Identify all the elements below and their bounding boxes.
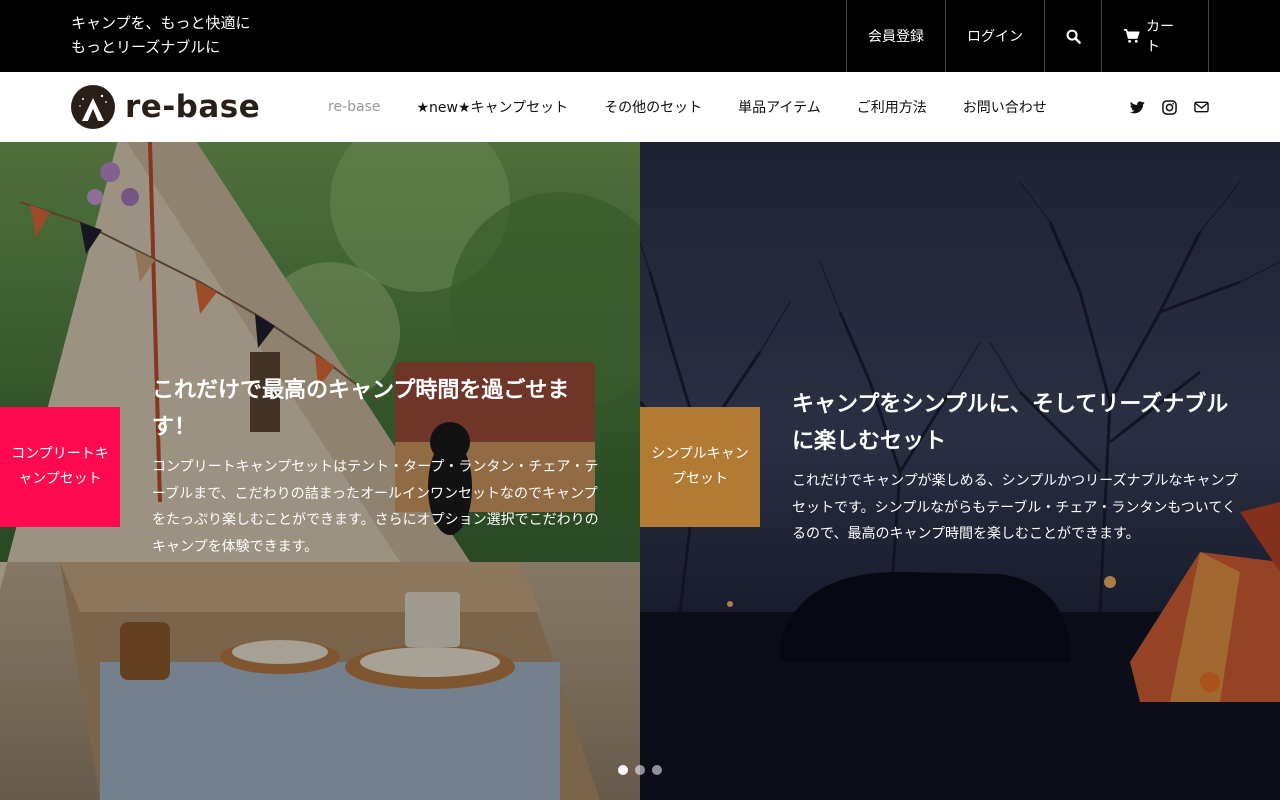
twitter-icon[interactable] bbox=[1129, 99, 1145, 115]
search-icon bbox=[1066, 29, 1081, 44]
site-logo[interactable]: re-base bbox=[71, 85, 260, 129]
nav-item-other-sets[interactable]: その他のセット bbox=[586, 97, 720, 117]
tagline-line-2: もっとリーズナブルに bbox=[71, 38, 221, 56]
slide-caption: キャンプをシンプルに、そしてリーズナブルに楽しむセット これだけでキャンプが楽し… bbox=[792, 386, 1242, 548]
slide-title: キャンプをシンプルに、そしてリーズナブルに楽しむセット bbox=[792, 392, 1229, 454]
slide-caption: これだけで最高のキャンプ時間を過ごせます！ コンプリートキャンプセットはテント・… bbox=[152, 372, 602, 560]
instagram-icon[interactable] bbox=[1161, 99, 1177, 115]
hero-slide-complete-set[interactable]: コンプリートキャンプセット これだけで最高のキャンプ時間を過ごせます！ コンプリ… bbox=[0, 142, 640, 800]
hero-slider: コンプリートキャンプセット これだけで最高のキャンプ時間を過ごせます！ コンプリ… bbox=[0, 142, 1280, 800]
cart-icon bbox=[1123, 28, 1140, 44]
login-link[interactable]: ログイン bbox=[946, 0, 1045, 72]
cart-label: カート bbox=[1146, 19, 1174, 55]
pagination-dot[interactable] bbox=[652, 765, 662, 775]
nav-item-new-camp-set[interactable]: ★new★キャンプセット bbox=[399, 97, 587, 117]
top-bar: キャンプを、もっと快適に もっとリーズナブルに 会員登録 ログイン カート bbox=[0, 0, 1280, 72]
slide-title: これだけで最高のキャンプ時間を過ごせます！ bbox=[152, 378, 570, 440]
main-nav: re-base ★new★キャンプセット その他のセット 単品アイテム ご利用方… bbox=[310, 72, 1065, 142]
slide-description: コンプリートキャンプセットはテント・タープ・ランタン・チェア・テーブルまで、こだ… bbox=[152, 459, 599, 555]
pagination-dot[interactable] bbox=[635, 765, 645, 775]
hero-slide-simple-set[interactable]: シンプルキャンプセット キャンプをシンプルに、そしてリーズナブルに楽しむセット … bbox=[640, 142, 1280, 800]
search-button[interactable] bbox=[1045, 0, 1102, 72]
logo-mark-icon bbox=[71, 85, 115, 129]
category-tag-simple[interactable]: シンプルキャンプセット bbox=[640, 407, 760, 527]
mail-icon[interactable] bbox=[1193, 99, 1209, 115]
register-link[interactable]: 会員登録 bbox=[847, 0, 946, 72]
tagline-line-1: キャンプを、もっと快適に bbox=[71, 14, 251, 32]
pagination-dot[interactable] bbox=[618, 765, 628, 775]
site-header: re-base re-base ★new★キャンプセット その他のセット 単品ア… bbox=[0, 72, 1280, 142]
cart-button[interactable]: カート bbox=[1102, 0, 1209, 72]
slide-description: これだけでキャンプが楽しめる、シンプルかつリーズナブルなキャンプセットです。シン… bbox=[792, 473, 1239, 542]
nav-item-how-to-use[interactable]: ご利用方法 bbox=[839, 97, 945, 117]
nav-item-rebase[interactable]: re-base bbox=[310, 99, 399, 115]
nav-item-single-items[interactable]: 単品アイテム bbox=[720, 97, 839, 117]
tagline: キャンプを、もっと快適に もっとリーズナブルに bbox=[71, 11, 251, 59]
nav-item-contact[interactable]: お問い合わせ bbox=[945, 97, 1065, 117]
social-links bbox=[1129, 72, 1209, 142]
top-nav: 会員登録 ログイン カート bbox=[846, 0, 1209, 72]
logo-text: re-base bbox=[125, 89, 261, 125]
slider-pagination bbox=[618, 765, 662, 775]
category-tag-complete[interactable]: コンプリートキャンプセット bbox=[0, 407, 120, 527]
